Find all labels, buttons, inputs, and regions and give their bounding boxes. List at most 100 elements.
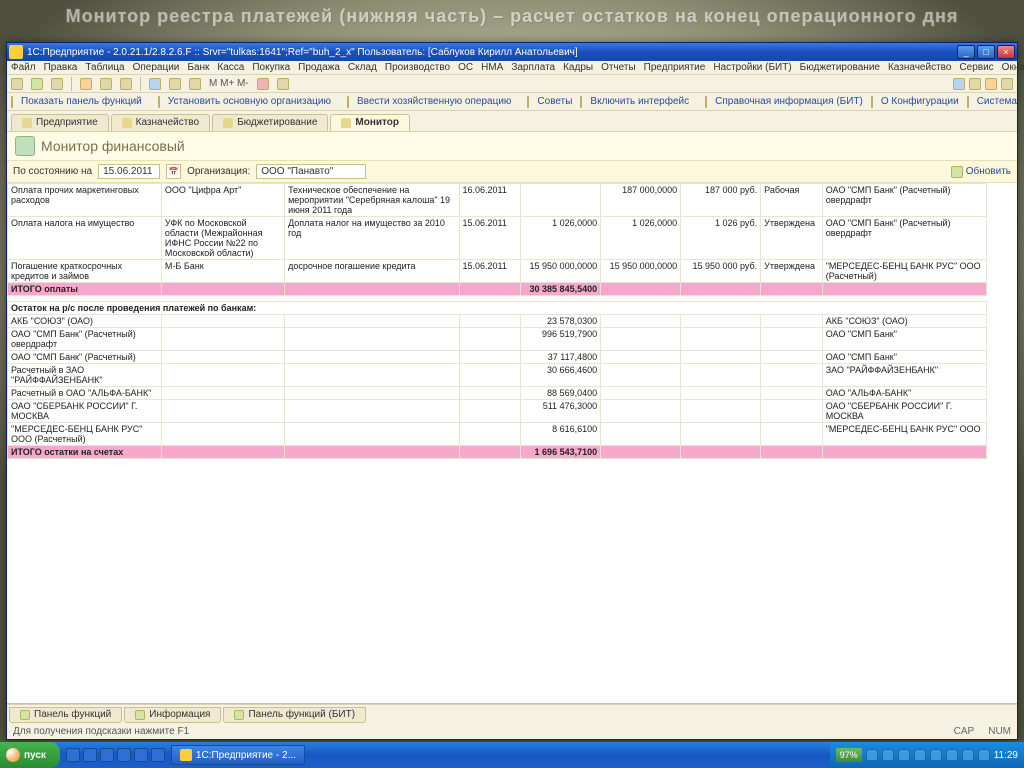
right-icon-2[interactable] [969,78,981,90]
refinfo-icon[interactable] [705,96,707,108]
new-icon[interactable] [11,78,23,90]
menu-item[interactable]: ОС [458,62,473,73]
right-icon-4[interactable] [1001,78,1013,90]
menu-item[interactable]: Продажа [298,62,340,73]
menu-item[interactable]: Бюджетирование [800,62,880,73]
tray-icon[interactable] [978,749,990,761]
tray-icon[interactable] [914,749,926,761]
status-tab[interactable]: Панель функций [9,707,122,723]
if-icon[interactable] [580,96,582,108]
table-row[interactable]: ОАО "СМП Банк" (Расчетный)37 117,4800ОАО… [8,351,987,364]
table-row[interactable]: Остаток на р/с после проведения платежей… [8,302,987,315]
grid[interactable]: Оплата прочих маркетинговых расходовООО … [7,183,1017,704]
right-icon-1[interactable] [953,78,965,90]
cell: 996 519,7900 [521,328,601,351]
menu-item[interactable]: НМА [481,62,503,73]
menu-item[interactable]: Окна [1002,62,1024,73]
start-button[interactable]: пуск [0,742,60,768]
menu-item[interactable]: Склад [348,62,377,73]
minimize-button[interactable]: _ [957,45,975,59]
save-icon[interactable] [51,78,63,90]
about-cfg-button[interactable]: О Конфигурации [881,96,959,107]
table-row[interactable]: ОАО "СМП Банк" (Расчетный) овердрафт996 … [8,328,987,351]
cut-icon[interactable] [80,78,92,90]
tab-монитор[interactable]: Монитор [330,114,410,131]
tips-button[interactable]: Советы [537,96,572,107]
maximize-button[interactable]: □ [977,45,995,59]
menu-item[interactable]: Казначейство [888,62,951,73]
table-row[interactable]: Оплата прочих маркетинговых расходовООО … [8,184,987,217]
set-org-button[interactable]: Установить основную организацию [168,96,331,107]
menu-item[interactable]: Файл [11,62,36,73]
tray-icon[interactable] [930,749,942,761]
menu-item[interactable]: Предприятие [644,62,706,73]
tray-icon[interactable] [898,749,910,761]
paste-icon[interactable] [120,78,132,90]
help-icon[interactable] [257,78,269,90]
close-button[interactable]: × [997,45,1015,59]
tray-icon[interactable] [866,749,878,761]
menu-item[interactable]: Правка [44,62,78,73]
table-row[interactable]: ИТОГО оплаты30 385 845,5400 [8,283,987,296]
menu-item[interactable]: Банк [187,62,209,73]
tray-icon[interactable] [946,749,958,761]
tab-предприятие[interactable]: Предприятие [11,114,109,131]
tray-icon[interactable] [962,749,974,761]
table-row[interactable]: Расчетный в ОАО "АЛЬФА-БАНК"88 569,0400О… [8,387,987,400]
menu-item[interactable]: Касса [217,62,244,73]
open-icon[interactable] [31,78,43,90]
org-input[interactable]: ООО "Панавто" [256,164,366,179]
date-input[interactable]: 15.06.2011 [98,164,160,179]
find-icon[interactable] [149,78,161,90]
cell: ЗАО "РАЙФФАЙЗЕНБАНК" [822,364,986,387]
table-row[interactable]: "МЕРСЕДЕС-БЕНЦ БАНК РУС" ООО (Расчетный)… [8,423,987,446]
tab-казначейство[interactable]: Казначейство [111,114,210,131]
table-row[interactable]: Погашение краткосрочных кредитов и займо… [8,260,987,283]
menu-item[interactable]: Таблица [85,62,124,73]
enable-if-button[interactable]: Включить интерфейс [590,96,689,107]
table-row[interactable]: ОАО "СБЕРБАНК РОССИИ" Г. МОСКВА511 476,3… [8,400,987,423]
ref-info-button[interactable]: Справочная информация (БИТ) [715,96,863,107]
calc-icon[interactable] [169,78,181,90]
tab-бюджетирование[interactable]: Бюджетирование [212,114,328,131]
table-row[interactable]: Оплата налога на имуществоУФК по Московс… [8,217,987,260]
ql-icon[interactable] [66,748,80,762]
ql-icon[interactable] [151,748,165,762]
menu-item[interactable]: Сервис [959,62,993,73]
menu-item[interactable]: Отчеты [601,62,636,73]
copy-icon[interactable] [100,78,112,90]
status-tab[interactable]: Панель функций (БИТ) [223,707,366,723]
right-icon-3[interactable] [985,78,997,90]
panel-icon[interactable] [11,96,13,108]
taskbar-task[interactable]: 1С:Предприятие - 2... [171,745,305,765]
tips-icon[interactable] [527,96,529,108]
lic-icon[interactable] [967,96,969,108]
lic-sys-button[interactable]: Система лицензирования [977,96,1017,107]
menu-item[interactable]: Кадры [563,62,593,73]
misc-icon[interactable] [277,78,289,90]
menu-item[interactable]: Настройки (БИТ) [713,62,791,73]
enterop-icon[interactable] [347,96,349,108]
tray-icon[interactable] [882,749,894,761]
org-icon[interactable] [158,96,160,108]
menu-item[interactable]: Покупка [252,62,290,73]
refresh-button[interactable]: Обновить [951,166,1011,178]
cell: Рабочая [761,184,823,217]
ql-icon[interactable] [117,748,131,762]
ql-icon[interactable] [83,748,97,762]
status-tab[interactable]: Информация [124,707,221,723]
calendar-icon[interactable] [189,78,201,90]
ql-icon[interactable] [134,748,148,762]
ql-icon[interactable] [100,748,114,762]
aboutcfg-icon[interactable] [871,96,873,108]
menu-item[interactable]: Производство [385,62,450,73]
table-row[interactable]: ИТОГО остатки на счетах1 696 543,7100 [8,446,987,459]
menu-item[interactable]: Зарплата [511,62,555,73]
show-panel-button[interactable]: Показать панель функций [21,96,142,107]
enter-op-button[interactable]: Ввести хозяйственную операцию [357,96,511,107]
table-row[interactable]: АКБ "СОЮЗ" (ОАО)23 578,0300АКБ "СОЮЗ" (О… [8,315,987,328]
menu-item[interactable]: Операции [133,62,180,73]
table-row[interactable]: Расчетный в ЗАО "РАЙФФАЙЗЕНБАНК"30 666,4… [8,364,987,387]
calendar-button[interactable]: 📅 [166,164,181,179]
cell [459,364,521,387]
